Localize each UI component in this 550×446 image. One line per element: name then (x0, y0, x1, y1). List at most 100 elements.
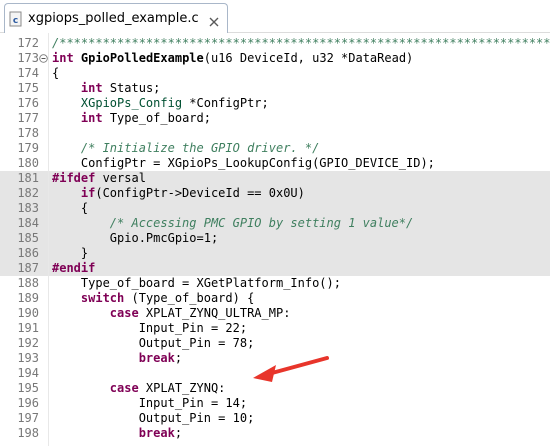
code-token: ConfigPtr = XGpioPs_LookupConfig(GPIO_DE… (52, 156, 435, 170)
line-number: 186 (17, 246, 39, 260)
tab-title: xgpiops_polled_example.c (28, 11, 199, 26)
code-token: Input_Pin = 22; (52, 321, 248, 335)
code-token: switch (80, 291, 125, 305)
close-x-icon[interactable] (208, 13, 220, 26)
code-text: /* Accessing PMC GPIO by setting 1 value… (52, 216, 413, 231)
code-line[interactable]: 173 int GpioPolledExample(u16 DeviceId, u… (0, 51, 550, 66)
code-text: int Status; (52, 81, 160, 96)
code-line[interactable]: 175 int Status; (0, 81, 550, 96)
line-number: 188 (17, 276, 39, 290)
line-number: 172 (17, 36, 39, 50)
line-number: 174 (17, 66, 39, 80)
code-text: int Type_of_board; (52, 111, 211, 126)
code-line[interactable]: 177 int Type_of_board; (0, 111, 550, 126)
code-text: Output_Pin = 10; (52, 411, 255, 426)
code-line[interactable]: 180 ConfigPtr = XGpioPs_LookupConfig(GPI… (0, 156, 550, 171)
red-arrow-annotation (253, 356, 329, 382)
code-text: Type_of_board = XGetPlatform_Info(); (52, 276, 341, 291)
line-number: 179 (17, 141, 39, 155)
code-line[interactable]: 196 Input_Pin = 14; (0, 396, 550, 411)
code-token: (u16 DeviceId, u32 *DataRead) (203, 51, 414, 65)
code-line[interactable]: 197 Output_Pin = 10; (0, 411, 550, 426)
line-number: 173 (17, 51, 39, 65)
code-line[interactable]: 186 } (0, 246, 550, 261)
code-token: *ConfigPtr; (182, 96, 269, 110)
code-line[interactable]: 187 #endif (0, 261, 550, 276)
gutter-divider (48, 33, 49, 446)
line-number: 198 (17, 426, 39, 440)
line-number: 178 (17, 126, 39, 140)
line-number: 177 (17, 111, 39, 125)
code-token: case (109, 306, 139, 320)
code-text: #endif (52, 261, 95, 276)
code-token: (Type_of_board) { (124, 291, 255, 305)
code-token: case (109, 381, 139, 395)
line-number: 175 (17, 81, 39, 95)
code-text: { (52, 66, 59, 81)
code-text: /***************************************… (52, 36, 550, 51)
code-token: /* Accessing PMC GPIO by setting 1 value… (109, 216, 414, 230)
code-line[interactable]: 185 Gpio.PmcGpio=1; (0, 231, 550, 246)
code-token: Output_Pin = 10; (52, 411, 255, 425)
code-text: Input_Pin = 22; (52, 321, 247, 336)
code-text: case XPLAT_ZYNQ: (52, 381, 226, 396)
code-line[interactable]: 182 if(ConfigPtr->DeviceId == 0x0U) (0, 186, 550, 201)
code-line[interactable]: 191 Input_Pin = 22; (0, 321, 550, 336)
fold-collapse-icon[interactable] (39, 54, 48, 63)
code-line[interactable]: 192 Output_Pin = 78; (0, 336, 550, 351)
code-token: Output_Pin = 78; (52, 336, 255, 350)
code-token: int (52, 51, 74, 65)
code-text: { (52, 201, 88, 216)
code-token: XPLAT_ZYNQ_ULTRA_MP: (138, 306, 291, 320)
code-line[interactable]: 174 { (0, 66, 550, 81)
code-token: Gpio.PmcGpio=1; (52, 231, 219, 245)
code-text: Input_Pin = 14; (52, 396, 247, 411)
code-line[interactable]: 190 case XPLAT_ZYNQ_ULTRA_MP: (0, 306, 550, 321)
code-token: #endif (52, 261, 96, 275)
code-line[interactable]: 181 #ifdef versal (0, 171, 550, 186)
line-number: 192 (17, 336, 39, 350)
tab-xgpiops-polled-example[interactable]: c xgpiops_polled_example.c (4, 3, 228, 33)
code-token: Status; (102, 81, 161, 95)
code-token: /* Initialize the GPIO driver. */ (80, 141, 320, 155)
code-text: #ifdef versal (52, 171, 146, 186)
code-line[interactable]: 176 XGpioPs_Config *ConfigPtr; (0, 96, 550, 111)
code-token: XGpioPs_Config (80, 96, 183, 110)
code-text: switch (Type_of_board) { (52, 291, 254, 306)
code-token: (ConfigPtr->DeviceId == 0x0U) (95, 186, 305, 200)
code-line[interactable]: 198 break; (0, 426, 550, 441)
code-editor[interactable]: 172 /************************************… (0, 33, 550, 446)
code-line[interactable]: 179 /* Initialize the GPIO driver. */ (0, 141, 550, 156)
code-line[interactable]: 189 switch (Type_of_board) { (0, 291, 550, 306)
line-number: 182 (17, 186, 39, 200)
code-line[interactable]: 172 /************************************… (0, 36, 550, 51)
line-number: 191 (17, 321, 39, 335)
code-token: XPLAT_ZYNQ: (138, 381, 226, 395)
code-token: break (138, 426, 175, 440)
code-line[interactable]: 184 /* Accessing PMC GPIO by setting 1 v… (0, 216, 550, 231)
code-line[interactable]: 188 Type_of_board = XGetPlatform_Info(); (0, 276, 550, 291)
line-number: 176 (17, 96, 39, 110)
code-text: int GpioPolledExample(u16 DeviceId, u32 … (52, 51, 413, 66)
code-token: } (52, 246, 89, 260)
code-text: ConfigPtr = XGpioPs_LookupConfig(GPIO_DE… (52, 156, 435, 171)
line-number: 187 (17, 261, 39, 275)
code-line[interactable]: 183 { (0, 201, 550, 216)
line-number: 190 (17, 306, 39, 320)
code-text: if(ConfigPtr->DeviceId == 0x0U) (52, 186, 305, 201)
code-token: break (138, 351, 175, 365)
code-line[interactable]: 178 (0, 126, 550, 141)
code-token: { (52, 201, 89, 215)
line-number: 195 (17, 381, 39, 395)
code-token: Input_Pin = 14; (52, 396, 248, 410)
code-text: break; (52, 351, 182, 366)
line-number: 185 (17, 231, 39, 245)
code-token: GpioPolledExample (80, 51, 204, 65)
